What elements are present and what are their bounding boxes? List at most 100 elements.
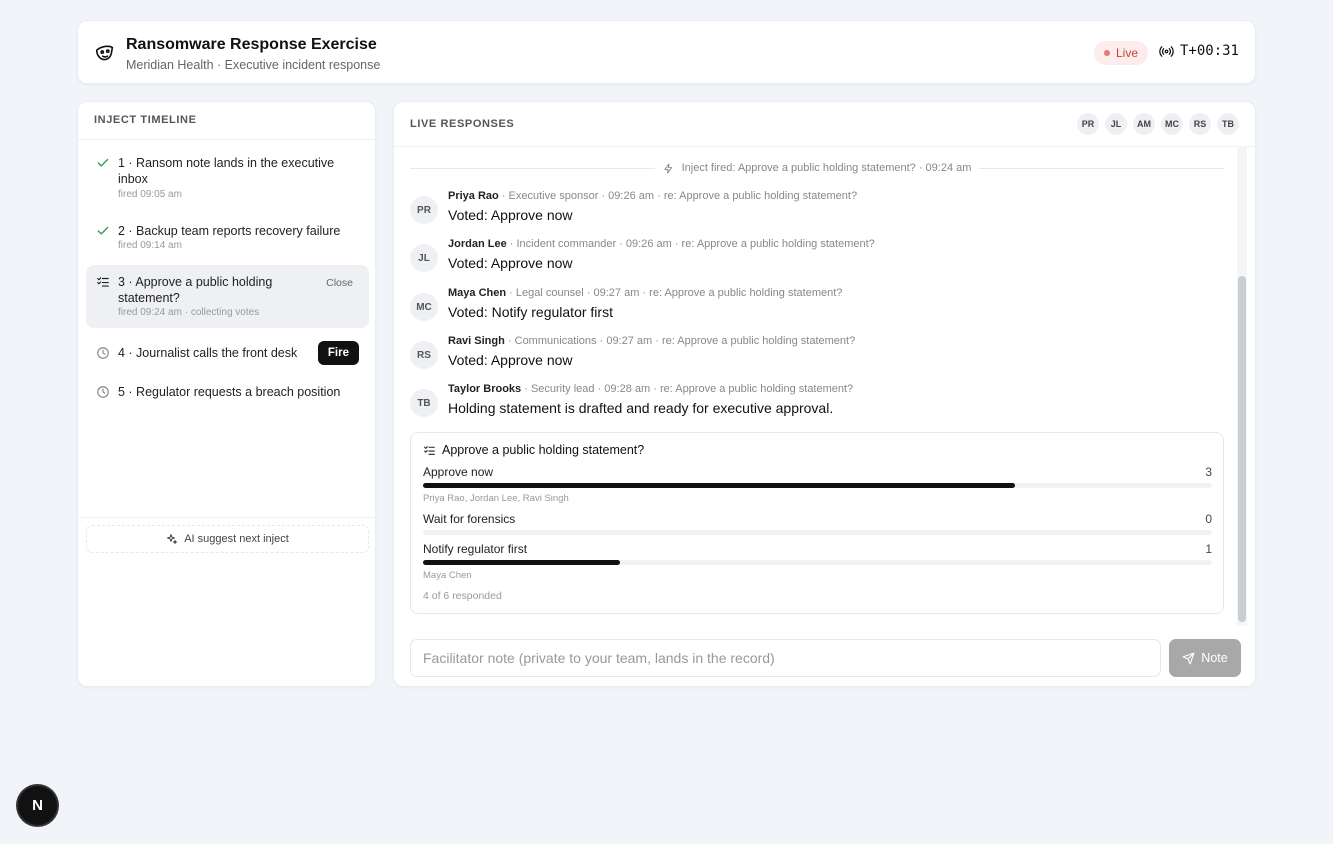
lightning-icon: [663, 162, 672, 174]
response-message: PR Priya Rao · Executive sponsor · 09:26…: [410, 190, 1210, 230]
poll-title-text: Approve a public holding statement?: [442, 443, 645, 457]
inject-item-4[interactable]: 4 · Journalist calls the front desk Fire: [86, 337, 369, 369]
avatar: PR: [410, 196, 438, 224]
avatar: RS: [410, 341, 438, 369]
message-text: Holding statement is drafted and ready f…: [448, 400, 834, 416]
ai-suggest-label: AI suggest next inject: [184, 533, 289, 545]
author-name: Maya Chen: [448, 287, 507, 299]
live-responses-panel: Live Responses PR JL AM MC RS TB Inject …: [393, 101, 1256, 687]
inject-label: 2 · Backup team reports recovery failure: [118, 224, 341, 238]
avatar: TB: [410, 389, 438, 417]
sparkles-icon: [167, 534, 178, 544]
inject-meta: fired 09:14 am: [118, 240, 182, 251]
message-body: Voted: Notify regulator first: [448, 304, 613, 320]
message-body: Voted: Approve now: [448, 352, 573, 368]
inject-item-1[interactable]: 1 · Ransom note lands in the executive i…: [86, 152, 369, 204]
inject-item-5[interactable]: 5 · Regulator requests a breach position: [86, 380, 369, 408]
message-details: · Executive sponsor · 09:26 am · re: App…: [501, 190, 858, 202]
ai-suggest-button[interactable]: AI suggest next inject: [86, 525, 369, 553]
avatar: MC: [410, 293, 438, 321]
participant-avatar[interactable]: AM: [1133, 113, 1155, 135]
fired-notice-text: Inject fired: Approve a public holding s…: [681, 162, 972, 174]
vote-choice: Approve now: [490, 352, 573, 368]
live-status-badge: Live: [1093, 41, 1148, 65]
inject-meta: fired 09:05 am: [118, 189, 182, 200]
poll-option-label: Notify regulator first: [423, 542, 528, 556]
participant-avatar[interactable]: JL: [1105, 113, 1127, 135]
response-message: RS Ravi Singh · Communications · 09:27 a…: [410, 335, 1210, 375]
timer-value: T+00:31: [1179, 43, 1239, 59]
vote-choice: Notify regulator first: [491, 304, 613, 320]
exercise-timer: T+00:31: [1159, 43, 1239, 59]
message-details: · Security lead · 09:28 am · re: Approve…: [524, 383, 854, 395]
message-details: · Communications · 09:27 am · re: Approv…: [507, 335, 856, 347]
inject-item-3[interactable]: 3 · Approve a public holding statement? …: [86, 265, 369, 328]
vote-prefix: Voted:: [448, 352, 491, 368]
vote-prefix: Voted:: [448, 207, 491, 223]
live-dot-icon: [1103, 50, 1110, 56]
check-icon: [97, 158, 109, 167]
mask-icon: [95, 45, 114, 61]
vote-prefix: Voted:: [448, 304, 492, 320]
clock-icon: [97, 386, 109, 398]
author-name: Taylor Brooks: [448, 383, 522, 395]
poll-option-count: 1: [1205, 542, 1212, 556]
divider: [78, 517, 375, 518]
inject-label: 1 · Ransom note lands in the executive i…: [118, 156, 335, 186]
message-details: · Incident commander · 09:26 am · re: Ap…: [509, 238, 875, 250]
participant-avatar[interactable]: PR: [1077, 113, 1099, 135]
response-message: MC Maya Chen · Legal counsel · 09:27 am …: [410, 287, 1210, 327]
inject-fired-notice: Inject fired: Approve a public holding s…: [410, 160, 1224, 176]
scrollbar-thumb[interactable]: [1238, 276, 1246, 622]
page-title: Ransomware Response Exercise: [126, 36, 377, 53]
poll-response-count: 4 of 6 responded: [423, 590, 502, 602]
fire-inject-button[interactable]: Fire: [317, 341, 359, 365]
participant-avatar[interactable]: TB: [1217, 113, 1239, 135]
check-icon: [97, 226, 109, 235]
poll-results-card: Approve a public holding statement? Appr…: [410, 432, 1224, 614]
page-subtitle: Meridian Health · Executive incident res…: [126, 58, 381, 72]
poll-option-voters: Maya Chen: [423, 570, 472, 581]
message-meta: Ravi Singh · Communications · 09:27 am ·…: [448, 335, 855, 347]
message-meta: Taylor Brooks · Security lead · 09:28 am…: [448, 383, 853, 395]
poll-option-count: 3: [1205, 465, 1212, 479]
poll-option-voters: Priya Rao, Jordan Lee, Ravi Singh: [423, 493, 569, 504]
poll-option-count: 0: [1205, 512, 1212, 526]
poll-bar-track: [423, 530, 1212, 535]
message-meta: Jordan Lee · Incident commander · 09:26 …: [448, 238, 875, 250]
poll-bar-track: [423, 560, 1212, 565]
vote-choice: Approve now: [490, 207, 573, 223]
author-name: Priya Rao: [448, 190, 499, 202]
divider: [410, 167, 655, 169]
inject-timeline-heading: Inject Timeline: [94, 114, 197, 126]
poll-title: Approve a public holding statement?: [423, 443, 644, 457]
vote-choice: Approve now: [490, 255, 573, 271]
message-body: Holding statement is drafted and ready f…: [448, 400, 833, 416]
send-note-button[interactable]: Note: [1169, 639, 1241, 677]
participant-avatar[interactable]: RS: [1189, 113, 1211, 135]
exercise-header: Ransomware Response Exercise Meridian He…: [77, 20, 1256, 84]
message-meta: Priya Rao · Executive sponsor · 09:26 am…: [448, 190, 857, 202]
message-details: · Legal counsel · 09:27 am · re: Approve…: [509, 287, 843, 299]
message-body: Voted: Approve now: [448, 207, 573, 223]
clock-icon: [97, 347, 109, 359]
response-message: TB Taylor Brooks · Security lead · 09:28…: [410, 383, 1210, 423]
author-name: Jordan Lee: [448, 238, 507, 250]
participant-avatar[interactable]: MC: [1161, 113, 1183, 135]
participant-avatars: PR JL AM MC RS TB: [1077, 113, 1239, 135]
poll-bar-track: [423, 483, 1212, 488]
poll-icon: [424, 445, 435, 455]
close-inject-button[interactable]: Close: [326, 277, 353, 289]
inject-item-2[interactable]: 2 · Backup team reports recovery failure…: [86, 220, 369, 256]
poll-option-label: Wait for forensics: [423, 512, 516, 526]
inject-meta: fired 09:24 am · collecting votes: [118, 307, 260, 318]
facilitator-note-input[interactable]: Facilitator note (private to your team, …: [410, 639, 1161, 677]
poll-bar-fill: [423, 483, 1015, 488]
divider: [979, 167, 1224, 169]
inject-timeline-panel: Inject Timeline 1 · Ransom note lands in…: [77, 101, 376, 687]
dev-tools-badge[interactable]: N: [18, 786, 57, 825]
message-body: Voted: Approve now: [448, 255, 573, 271]
scrollbar[interactable]: [1237, 146, 1247, 626]
response-message: JL Jordan Lee · Incident commander · 09:…: [410, 238, 1210, 278]
divider: [394, 146, 1255, 147]
